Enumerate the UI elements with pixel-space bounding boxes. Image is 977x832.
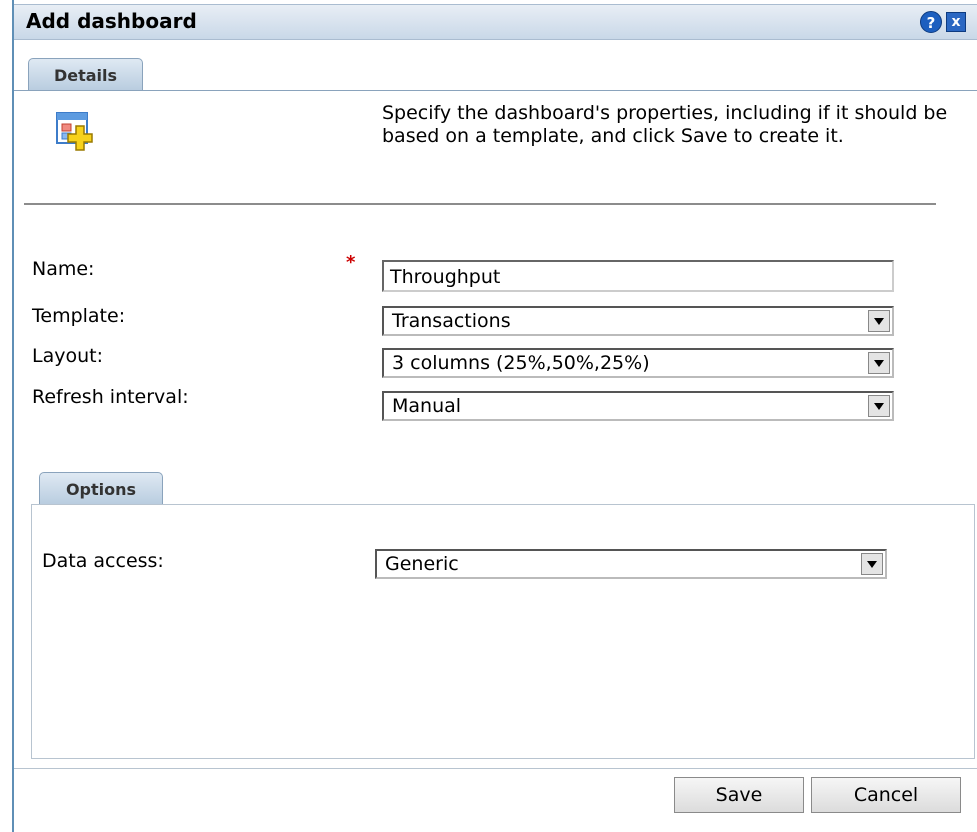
template-value: Transactions (392, 310, 511, 332)
chevron-down-icon[interactable] (868, 395, 890, 417)
intro-text: Specify the dashboard's properties, incl… (382, 102, 948, 147)
tab-strip-divider (14, 90, 977, 91)
layout-select[interactable]: 3 columns (25%,50%,25%) (382, 348, 894, 378)
layout-label: Layout: (32, 345, 103, 367)
help-icon[interactable]: ? (920, 11, 942, 33)
refresh-interval-value: Manual (392, 395, 462, 417)
name-label: Name: (32, 258, 95, 280)
data-access-select[interactable]: Generic (375, 549, 887, 579)
chevron-down-icon[interactable] (861, 553, 883, 575)
tab-details[interactable]: Details (28, 58, 143, 91)
dialog-title: Add dashboard (26, 9, 197, 33)
chevron-down-icon[interactable] (868, 352, 890, 374)
cancel-button[interactable]: Cancel (811, 777, 961, 813)
template-label: Template: (32, 305, 126, 327)
data-access-value: Generic (385, 553, 459, 575)
options-panel: Data access: Generic (31, 504, 975, 759)
footer-divider (14, 768, 977, 769)
refresh-interval-select[interactable]: Manual (382, 391, 894, 421)
chevron-down-icon[interactable] (868, 310, 890, 332)
required-mark: * (346, 252, 356, 273)
template-select[interactable]: Transactions (382, 306, 894, 336)
separator (24, 203, 936, 205)
add-dashboard-icon (56, 112, 93, 151)
data-access-label: Data access: (42, 550, 164, 572)
save-button[interactable]: Save (674, 777, 804, 813)
name-input[interactable]: Throughput (382, 260, 894, 292)
refresh-interval-label: Refresh interval: (32, 386, 189, 408)
add-dashboard-dialog: Add dashboard ? x Details Specify the da… (12, 0, 977, 832)
tab-options[interactable]: Options (39, 472, 163, 505)
dialog-titlebar[interactable]: Add dashboard ? x (14, 4, 977, 40)
layout-value: 3 columns (25%,50%,25%) (392, 352, 650, 374)
close-icon[interactable]: x (946, 12, 966, 32)
